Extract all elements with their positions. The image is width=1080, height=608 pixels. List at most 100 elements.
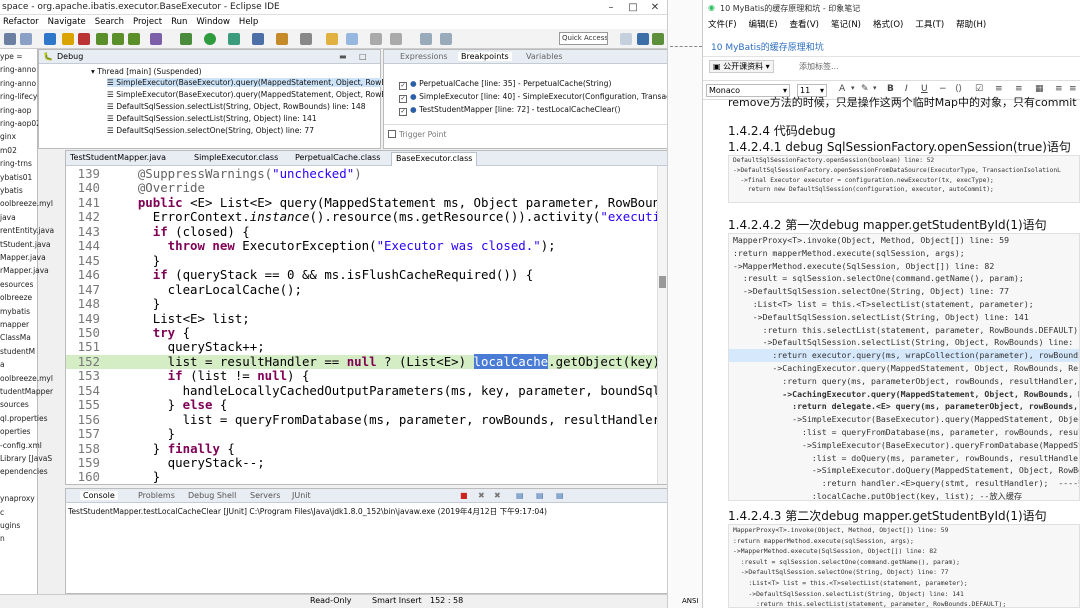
- remove-launch-icon[interactable]: ✖: [478, 491, 485, 500]
- package-item[interactable]: oolbreeze.myl: [0, 374, 53, 383]
- package-item[interactable]: java: [0, 213, 16, 222]
- code-line[interactable]: 156 list = queryFromDatabase(ms, paramet…: [66, 412, 657, 428]
- align-icon[interactable]: ≡: [1055, 84, 1063, 94]
- checklist-icon[interactable]: ☑: [975, 84, 983, 94]
- scrollbar-thumb[interactable]: [659, 276, 666, 288]
- package-item[interactable]: tudentMapper: [0, 387, 53, 396]
- package-item[interactable]: ring-aop02: [0, 119, 41, 128]
- toggle-mark-occurrences-icon[interactable]: [326, 33, 338, 45]
- menu-note[interactable]: 笔记(N): [831, 20, 861, 30]
- add-tags-input[interactable]: 添加标签...: [799, 61, 839, 72]
- scroll-lock-icon[interactable]: ▤: [516, 491, 524, 500]
- highlight-icon[interactable]: ✎: [861, 84, 869, 94]
- italic-icon[interactable]: I: [905, 84, 908, 94]
- code-line[interactable]: 150 try {: [66, 325, 657, 341]
- stack-frame[interactable]: ☰ SimpleExecutor(BaseExecutor).query(Map…: [107, 78, 391, 87]
- stack-frame[interactable]: ☰ DefaultSqlSession.selectList(String, O…: [107, 102, 366, 111]
- code-line[interactable]: 153 if (list != null) {: [66, 369, 657, 384]
- debug-thread-row[interactable]: ▾ Thread [main] (Suspended): [91, 67, 202, 76]
- package-item[interactable]: ybatis: [0, 186, 23, 195]
- print-icon[interactable]: [20, 33, 32, 45]
- breakpoint-item[interactable]: ✓ ● PerpetualCache [line: 35] - Perpetual…: [399, 79, 611, 90]
- code-line[interactable]: 139 @SuppressWarnings("unchecked"): [66, 166, 657, 182]
- trigger-point-option[interactable]: Trigger Point: [388, 130, 446, 139]
- new-java-project-icon[interactable]: [252, 33, 264, 45]
- forward-icon[interactable]: [440, 33, 452, 45]
- chevron-down-icon[interactable]: ▾: [851, 84, 855, 92]
- debug-run-icon[interactable]: [180, 33, 192, 45]
- package-item[interactable]: tStudent.java: [0, 240, 51, 249]
- coverage-icon[interactable]: [228, 33, 240, 45]
- resume-icon[interactable]: [62, 33, 74, 45]
- run-icon[interactable]: [204, 33, 216, 45]
- package-item[interactable]: ybatis01: [0, 173, 32, 182]
- underline-icon[interactable]: U: [921, 84, 928, 94]
- package-item[interactable]: ugins: [0, 521, 20, 530]
- terminate-icon[interactable]: ■: [460, 491, 468, 500]
- code-line[interactable]: 144 throw new ExecutorException("Executo…: [66, 239, 657, 254]
- menu-navigate[interactable]: Navigate: [48, 15, 86, 29]
- package-item[interactable]: ql.properties: [0, 414, 48, 423]
- package-item[interactable]: studentM: [0, 347, 35, 356]
- editor-scrollbar[interactable]: [657, 166, 667, 484]
- menu-view[interactable]: 查看(V): [790, 20, 819, 30]
- package-item[interactable]: ring-trns: [0, 159, 32, 168]
- remove-all-icon[interactable]: ✖: [494, 491, 501, 500]
- note-page-title[interactable]: 10 MyBatis的缓存原理和坑: [711, 40, 824, 53]
- maximize-icon[interactable]: □: [622, 0, 644, 15]
- menu-file[interactable]: 文件(F): [708, 20, 737, 30]
- code-line[interactable]: 143 if (closed) {: [66, 224, 657, 240]
- menu-project[interactable]: Project: [133, 15, 162, 29]
- code-line[interactable]: 148 }: [66, 296, 657, 312]
- code-line[interactable]: 142 ErrorContext.instance().resource(ms.…: [66, 210, 657, 225]
- checkbox-checked-icon[interactable]: ✓: [399, 95, 407, 103]
- menu-format[interactable]: 格式(O): [873, 20, 903, 30]
- pin-console-icon[interactable]: ▤: [556, 491, 564, 500]
- code-line[interactable]: 158 } finally {: [66, 441, 657, 457]
- minimize-icon[interactable]: –: [600, 0, 622, 15]
- menu-tools[interactable]: 工具(T): [915, 20, 944, 30]
- menu-run[interactable]: Run: [171, 15, 187, 29]
- bullet-list-icon[interactable]: ≡: [995, 84, 1003, 94]
- code-line[interactable]: 160 }: [66, 470, 657, 484]
- checkbox-checked-icon[interactable]: ✓: [399, 108, 407, 116]
- code-line[interactable]: 154 handleLocallyCachedOutputParameters(…: [66, 383, 657, 399]
- text-color-icon[interactable]: A: [839, 84, 845, 94]
- menu-help[interactable]: Help: [239, 15, 258, 29]
- save-icon[interactable]: [4, 33, 16, 45]
- code-line[interactable]: 159 queryStack--;: [66, 455, 657, 471]
- package-item[interactable]: esources: [0, 280, 33, 289]
- package-item[interactable]: olbreeze: [0, 293, 32, 302]
- stack-frame[interactable]: ☰ DefaultSqlSession.selectList(String, O…: [107, 114, 317, 123]
- skip-breakpoints-icon[interactable]: [44, 33, 56, 45]
- tab-console[interactable]: Console: [80, 491, 118, 500]
- editor-tab[interactable]: TestStudentMapper.java: [70, 153, 166, 162]
- stack-frame[interactable]: ☰ DefaultSqlSession.selectOne(String, Ob…: [107, 126, 314, 135]
- step-into-icon[interactable]: [96, 33, 108, 45]
- code-area[interactable]: 139 @SuppressWarnings("unchecked") 140 @O…: [66, 166, 657, 484]
- open-type-icon[interactable]: [276, 33, 288, 45]
- expand-icon[interactable]: ▾: [91, 67, 95, 76]
- editor-tab[interactable]: SimpleExecutor.class: [194, 153, 278, 162]
- next-annotation-icon[interactable]: [370, 33, 382, 45]
- bold-icon[interactable]: B: [887, 84, 894, 94]
- code-line[interactable]: 155 } else {: [66, 397, 657, 413]
- current-code-line[interactable]: 152 list = resultHandler == null ? (List…: [66, 353, 657, 370]
- code-line[interactable]: 157 }: [66, 426, 657, 442]
- toggle-block-selection-icon[interactable]: [346, 33, 358, 45]
- table-icon[interactable]: ▦: [1035, 84, 1044, 94]
- quick-access-input[interactable]: Quick Access: [559, 32, 608, 45]
- package-item[interactable]: ring-anno: [0, 79, 36, 88]
- breakpoint-item[interactable]: ✓ ● TestStudentMapper [line: 72] - testLo…: [399, 105, 620, 116]
- package-item[interactable]: mybatis: [0, 307, 30, 316]
- maximize-view-icon[interactable]: □: [359, 52, 367, 61]
- minimize-view-icon[interactable]: ▬: [339, 52, 347, 61]
- code-block-icon[interactable]: ⟨⟩: [955, 84, 962, 94]
- package-item[interactable]: mapper: [0, 320, 29, 329]
- package-item[interactable]: ynaproxy: [0, 494, 35, 503]
- tab-expressions[interactable]: Expressions: [400, 52, 448, 61]
- menu-search[interactable]: Search: [95, 15, 124, 29]
- package-item[interactable]: a: [0, 360, 5, 369]
- tab-debug-shell[interactable]: Debug Shell: [188, 491, 236, 500]
- package-item[interactable]: sources: [0, 400, 29, 409]
